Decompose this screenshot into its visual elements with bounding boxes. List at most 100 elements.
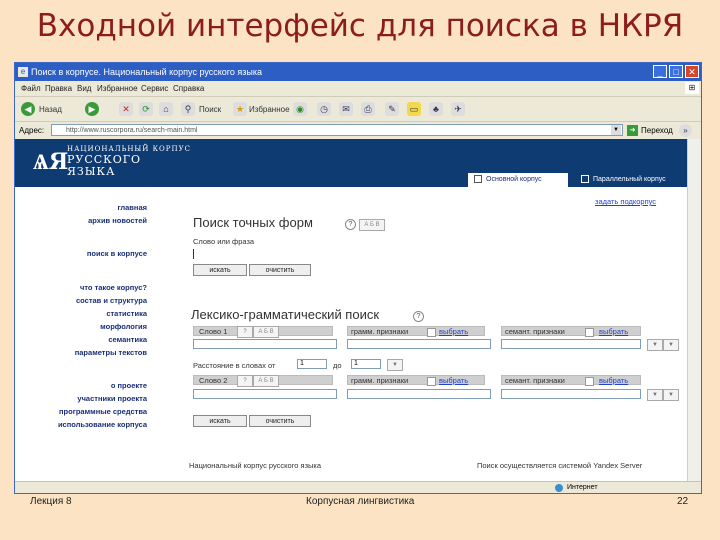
site-logo-text: НАЦИОНАЛЬНЫЙ КОРПУС РУССКОГО ЯЗЫКА (67, 145, 192, 178)
favorites-label[interactable]: Избранное (249, 105, 290, 114)
nav-morphology[interactable]: морфология (100, 322, 147, 331)
mail-icon[interactable]: ✉ (339, 102, 353, 116)
favorites-star-icon[interactable]: ★ (233, 102, 247, 116)
chevron-down-icon[interactable]: ▼ (647, 339, 663, 351)
tab-parallel-corpus[interactable]: Параллельный корпус (575, 173, 685, 187)
site-logo-icon: ѦЯ (33, 149, 69, 175)
menu-tools[interactable]: Сервис (141, 84, 168, 93)
chevron-down-icon[interactable]: ▼ (647, 389, 663, 401)
nav-what-is-corpus[interactable]: что такое корпус? (80, 283, 147, 292)
help-icon[interactable]: ? (413, 311, 424, 322)
menu-view[interactable]: Вид (77, 84, 91, 93)
nav-news-archive[interactable]: архив новостей (88, 216, 147, 225)
chevron-down-icon[interactable]: ▼ (663, 339, 679, 351)
messenger-icon[interactable]: ♣ (429, 102, 443, 116)
links-icon[interactable]: » (679, 124, 692, 137)
home-icon[interactable]: ⌂ (159, 102, 173, 116)
gram2-label: грамм. признаки (351, 376, 409, 385)
exact-search-button[interactable]: искать (193, 264, 247, 276)
exact-search-input[interactable] (193, 249, 194, 259)
help-icon[interactable]: ? (237, 326, 253, 338)
slide-title: Входной интерфейс для поиска в НКРЯ (36, 8, 684, 44)
tab-main-corpus[interactable]: Основной корпус (468, 173, 568, 187)
keyboard-icon[interactable]: А Б В (253, 375, 279, 387)
toolbar: ◀ Назад ▶ ✕ ⟳ ⌂ ⚲ Поиск ★ Избранное ◉ ◷ … (15, 97, 701, 122)
nav-corpus-search[interactable]: поиск в корпусе (87, 249, 147, 258)
sem1-choose-link[interactable]: выбрать (599, 327, 628, 336)
close-button[interactable]: ✕ (685, 65, 699, 78)
distance-to-input[interactable]: 1 (351, 359, 381, 369)
stop-icon[interactable]: ✕ (119, 102, 133, 116)
history-icon[interactable]: ◷ (317, 102, 331, 116)
word2-input[interactable] (193, 389, 337, 399)
distance-from-input[interactable]: 1 (297, 359, 327, 369)
menubar: Файл Правка Вид Избранное Сервис Справка… (15, 81, 701, 97)
gram2-input[interactable] (347, 389, 491, 399)
search-icon[interactable]: ⚲ (181, 102, 195, 116)
maximize-button[interactable]: □ (669, 65, 683, 78)
chevron-down-icon[interactable]: ▼ (387, 359, 403, 371)
address-label: Адрес: (19, 126, 45, 135)
nav-home[interactable]: главная (117, 203, 147, 212)
gram2-choose-link[interactable]: выбрать (439, 376, 468, 385)
nav-software[interactable]: программные средства (59, 407, 147, 416)
vertical-scrollbar[interactable] (687, 139, 701, 481)
minimize-button[interactable]: _ (653, 65, 667, 78)
checkbox-icon (474, 175, 482, 184)
lexgram-search-button[interactable]: искать (193, 415, 247, 427)
print-icon[interactable]: ⎙ (361, 102, 375, 116)
menu-help[interactable]: Справка (173, 84, 204, 93)
web-content: ѦЯ НАЦИОНАЛЬНЫЙ КОРПУС РУССКОГО ЯЗЫКА Ос… (15, 139, 687, 481)
gram1-input[interactable] (347, 339, 491, 349)
address-input[interactable]: http://www.ruscorpora.ru/search-main.htm… (51, 124, 623, 136)
chevron-down-icon[interactable]: ▼ (611, 125, 621, 135)
help-icon[interactable]: ? (345, 219, 356, 230)
forward-arrow-icon[interactable]: ▶ (85, 102, 99, 116)
sem1-help-icon[interactable] (585, 328, 594, 337)
edit-icon[interactable]: ✎ (385, 102, 399, 116)
distance-to-label: до (333, 361, 342, 370)
back-arrow-icon[interactable]: ◀ (21, 102, 35, 116)
exact-clear-button[interactable]: очистить (249, 264, 311, 276)
nav-statistics[interactable]: статистика (106, 309, 147, 318)
sem2-help-icon[interactable] (585, 377, 594, 386)
word1-input[interactable] (193, 339, 337, 349)
word2-label: Слово 2 (199, 376, 228, 385)
search-label[interactable]: Поиск (199, 105, 221, 114)
nav-composition[interactable]: состав и структура (76, 296, 147, 305)
go-label[interactable]: Переход (641, 126, 673, 135)
nav-semantics[interactable]: семантика (108, 335, 147, 344)
research-icon[interactable]: ✈ (451, 102, 465, 116)
menu-favorites[interactable]: Избранное (97, 84, 138, 93)
nav-about[interactable]: о проекте (111, 381, 147, 390)
globe-icon (555, 484, 563, 492)
nav-corpus-usage[interactable]: использование корпуса (58, 420, 147, 429)
refresh-icon[interactable]: ⟳ (139, 102, 153, 116)
go-arrow-icon[interactable]: ➜ (627, 125, 638, 136)
gram1-help-icon[interactable] (427, 328, 436, 337)
exact-search-heading: Поиск точных форм (193, 215, 313, 230)
nav-text-parameters[interactable]: параметры текстов (75, 348, 147, 357)
sem2-choose-link[interactable]: выбрать (599, 376, 628, 385)
media-icon[interactable]: ◉ (293, 102, 307, 116)
keyboard-icon[interactable]: А Б В (253, 326, 279, 338)
sem2-input[interactable] (501, 389, 641, 399)
keyboard-icon[interactable]: А Б В (359, 219, 385, 231)
chevron-down-icon[interactable]: ▼ (663, 389, 679, 401)
gram1-choose-link[interactable]: выбрать (439, 327, 468, 336)
nav-participants[interactable]: участники проекта (77, 394, 147, 403)
browser-window: e Поиск в корпусе. Национальный корпус р… (14, 62, 702, 494)
exact-field-label: Слово или фраза (193, 237, 255, 246)
subcorpus-link[interactable]: задать подкорпус (595, 197, 656, 206)
menu-file[interactable]: Файл (21, 84, 41, 93)
help-icon[interactable]: ? (237, 375, 253, 387)
page-footer-right: Поиск осуществляется системой Yandex Ser… (477, 461, 643, 470)
gram2-help-icon[interactable] (427, 377, 436, 386)
discuss-icon[interactable]: ▭ (407, 102, 421, 116)
sem1-input[interactable] (501, 339, 641, 349)
lexgram-clear-button[interactable]: очистить (249, 415, 311, 427)
menu-edit[interactable]: Правка (45, 84, 72, 93)
page-footer-left: Национальный корпус русского языка (189, 461, 322, 470)
left-navigation: главная архив новостей поиск в корпусе ч… (15, 187, 153, 481)
back-label[interactable]: Назад (39, 105, 62, 114)
